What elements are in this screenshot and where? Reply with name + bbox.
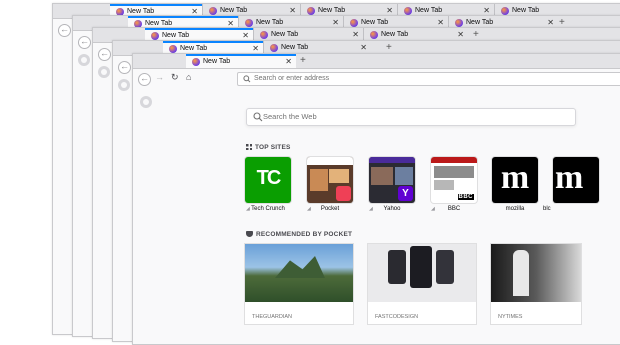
top-site-mozilla[interactable]: m <box>492 157 538 203</box>
bbc-thumbnail <box>434 166 474 178</box>
pocket-thumbnail <box>329 169 349 183</box>
top-site-yahoo[interactable]: Y <box>369 157 415 203</box>
back-button[interactable] <box>98 48 111 61</box>
firefox-icon <box>209 7 217 15</box>
firefox-icon <box>245 19 253 27</box>
story-card[interactable]: NYTIMES <box>491 244 581 324</box>
back-button[interactable] <box>78 36 91 49</box>
grid-icon <box>246 144 252 150</box>
phone-image <box>410 246 432 288</box>
firefox-icon <box>169 45 177 53</box>
firefox-icon <box>270 44 278 52</box>
yahoo-thumbnail <box>395 167 413 185</box>
story-source: THEGUARDIAN <box>252 314 293 320</box>
story-source: NYTIMES <box>498 314 523 320</box>
reload-button[interactable]: ↻ <box>171 72 179 83</box>
url-placeholder: Search or enter address <box>254 75 330 82</box>
yahoo-thumbnail <box>371 167 393 185</box>
phone-image <box>388 250 406 284</box>
top-site-label: Tech Crunch <box>251 206 285 212</box>
yahoo-logo: Y <box>398 186 413 201</box>
top-site-techcrunch[interactable]: TC <box>245 157 291 203</box>
top-site-label: blc <box>543 206 551 212</box>
firefox-icon <box>501 7 509 15</box>
top-site-pocket[interactable] <box>307 157 353 203</box>
yahoo-thumbnail <box>369 157 415 163</box>
back-button[interactable] <box>58 24 71 37</box>
story-image <box>275 256 325 278</box>
story-image <box>513 250 529 296</box>
search-icon <box>243 73 251 90</box>
firefox-icon <box>151 32 159 40</box>
loading-icon <box>98 66 110 78</box>
bbc-thumbnail <box>434 180 454 190</box>
firefox-icon <box>192 58 200 66</box>
story-source: FASTCODESIGN <box>375 314 419 320</box>
story-image <box>368 244 476 302</box>
story-image <box>245 244 353 302</box>
firefox-icon <box>307 7 315 15</box>
tab-new-tab[interactable]: New Tab ✕ <box>186 54 296 68</box>
top-site-label: Yahoo <box>383 206 401 212</box>
web-search-input[interactable]: Search the Web <box>246 108 576 126</box>
firefox-icon <box>350 19 358 27</box>
firefox-icon <box>260 31 268 39</box>
m-logo: m <box>555 159 584 196</box>
story-card[interactable]: THEGUARDIAN <box>245 244 353 324</box>
top-site-label: mozilla <box>505 206 525 212</box>
tab-strip: New Tab ✕ + <box>133 54 620 69</box>
back-button[interactable] <box>138 73 151 86</box>
pocket-thumbnail <box>310 169 328 191</box>
pocket-icon <box>246 231 253 237</box>
loading-icon <box>118 79 130 91</box>
firefox-icon <box>455 19 463 27</box>
top-site-label: BBC <box>447 206 461 212</box>
forward-button[interactable]: → <box>155 72 164 82</box>
home-button[interactable]: ⌂ <box>186 72 191 82</box>
back-button[interactable] <box>118 61 131 74</box>
story-card[interactable]: FASTCODESIGN <box>368 244 476 324</box>
techcrunch-logo: TC <box>256 167 282 189</box>
pocket-thumbnail <box>307 157 353 165</box>
phone-image <box>436 250 454 284</box>
firefox-icon <box>404 7 412 15</box>
pocket-heading: RECOMMENDED BY POCKET <box>246 231 352 238</box>
mozilla-logo: m <box>500 159 530 196</box>
search-icon <box>253 112 263 128</box>
top-site-partial[interactable]: m <box>553 157 599 203</box>
pocket-logo <box>336 186 351 201</box>
search-placeholder: Search the Web <box>263 112 317 121</box>
url-bar[interactable]: Search or enter address <box>237 72 620 86</box>
top-sites-heading: TOP SITES <box>246 144 291 151</box>
story-image <box>491 244 581 302</box>
firefox-icon <box>370 31 378 39</box>
loading-icon <box>140 96 152 108</box>
bbc-logo: BBC <box>457 194 474 200</box>
new-tab-button[interactable]: + <box>300 54 306 68</box>
loading-icon <box>78 54 90 66</box>
top-site-bbc[interactable]: BBC <box>431 157 477 203</box>
bbc-thumbnail <box>431 157 477 163</box>
close-tab-icon[interactable]: ✕ <box>285 56 292 68</box>
top-site-label: Pocket <box>320 206 340 212</box>
